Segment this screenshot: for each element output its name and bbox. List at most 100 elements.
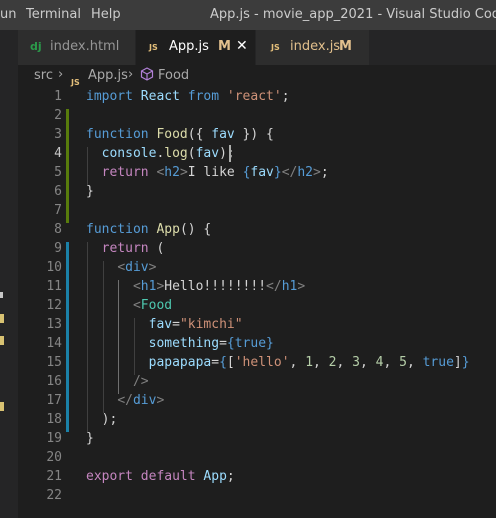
code-token: , — [359, 355, 376, 370]
code-token: ({ — [187, 127, 212, 142]
code-token: </ — [281, 165, 298, 180]
code-token: Food — [156, 127, 188, 142]
code-token: </ — [117, 393, 133, 408]
code-token: } — [461, 355, 470, 370]
code-line[interactable]: function Food({ fav }) { — [86, 125, 274, 144]
code-line[interactable]: /> — [86, 372, 149, 391]
line-number: 15 — [46, 355, 62, 370]
window-title: App.js - movie_app_2021 - Visual Studio … — [210, 7, 496, 22]
code-token: "kimchi" — [179, 317, 243, 332]
code-line[interactable]: import React from 'react'; — [86, 87, 290, 106]
code-token: return — [101, 165, 149, 180]
tab-label: index.html — [50, 39, 120, 54]
code-token: , — [313, 355, 329, 370]
code-token: > — [179, 165, 188, 180]
code-token: < — [117, 260, 126, 275]
code-token: fav — [195, 146, 220, 161]
code-token: log — [164, 146, 188, 161]
code-line[interactable]: export default App; — [86, 467, 235, 486]
close-icon[interactable]: ✕ — [236, 38, 248, 54]
code-line[interactable]: something={true} — [86, 334, 274, 353]
code-token: export — [86, 469, 133, 484]
breadcrumb-file[interactable]: App.js — [88, 68, 128, 83]
code-line[interactable]: fav="kimchi" — [86, 315, 243, 334]
line-number: 8 — [54, 222, 62, 237]
code-token: 5 — [399, 355, 407, 370]
code-token: < — [132, 298, 141, 313]
code-token: , — [336, 355, 353, 370]
code-line[interactable]: } — [86, 182, 94, 201]
tab-index-js[interactable]: JS index.js M — [256, 30, 370, 65]
line-number: 5 — [54, 165, 62, 180]
code-token: ; — [226, 469, 235, 484]
line-number: 12 — [46, 298, 62, 313]
code-token: }) { — [234, 127, 274, 142]
line-number: 18 — [46, 412, 62, 427]
code-token: console — [101, 146, 157, 161]
tab-index-html[interactable]: dj index.html — [18, 30, 136, 65]
code-token: fav — [211, 127, 235, 142]
code-line[interactable]: return <h2>I like {fav}</h2>; — [86, 163, 329, 182]
code-token: } — [86, 184, 94, 199]
code-line[interactable]: ); — [86, 410, 118, 429]
code-token: { — [219, 355, 227, 370]
code-token: Food — [140, 298, 173, 313]
line-number: 10 — [46, 260, 62, 275]
breadcrumb-symbol[interactable]: Food — [158, 68, 189, 83]
menu-help[interactable]: Help — [91, 7, 121, 22]
code-token: true — [234, 336, 267, 351]
line-number: 7 — [54, 203, 62, 218]
chevron-right-icon: › — [58, 67, 64, 82]
code-line[interactable]: <h1>Hello!!!!!!!!</h1> — [86, 277, 305, 296]
code-token: papapapa — [148, 355, 212, 370]
breadcrumb-folder[interactable]: src — [34, 68, 53, 83]
code-token: 'react' — [226, 89, 282, 104]
line-number: 19 — [46, 431, 62, 446]
code-token: 'hello' — [234, 355, 290, 370]
modified-badge: M — [218, 39, 231, 54]
line-number: 22 — [46, 488, 62, 503]
menu-terminal[interactable]: Terminal — [26, 7, 81, 22]
code-token: > — [156, 393, 165, 408]
tab-app-js[interactable]: JS App.js M ✕ — [136, 30, 256, 65]
code-token: Hello!!!!!!!! — [164, 279, 267, 294]
line-number: 1 — [54, 89, 62, 104]
code-editor[interactable]: 1 2 3 4 5 6 7 8 9 10 11 12 13 14 15 16 1… — [0, 87, 496, 518]
code-line[interactable]: <Food — [86, 296, 172, 315]
code-token: function — [86, 222, 149, 237]
javascript-icon: JS — [71, 78, 80, 87]
code-token: } — [266, 336, 274, 351]
code-token: something — [148, 336, 220, 351]
code-line[interactable]: } — [86, 429, 94, 448]
code-line[interactable]: <div> — [86, 258, 156, 277]
line-number: 16 — [46, 374, 62, 389]
tab-label: index.js — [290, 39, 341, 54]
javascript-icon: JS — [149, 43, 158, 52]
line-number: 2 — [54, 108, 62, 123]
code-line[interactable]: console.log(fav); — [86, 144, 235, 163]
line-number: 9 — [54, 241, 62, 256]
code-line[interactable]: papapapa={['hello', 1, 2, 3, 4, 5, true]… — [86, 353, 470, 372]
code-token: ; — [320, 165, 329, 180]
code-token: true — [422, 355, 454, 370]
code-token: fav — [250, 165, 274, 180]
code-token: React — [140, 89, 180, 104]
text-cursor — [229, 145, 231, 162]
code-token: div — [125, 260, 149, 275]
line-number-current: 4 — [54, 146, 62, 161]
code-token: from — [187, 89, 220, 104]
code-line[interactable]: </div> — [86, 391, 164, 410]
menu-run[interactable]: un — [0, 7, 16, 22]
code-line[interactable]: return ( — [86, 239, 165, 258]
chevron-right-icon: › — [128, 67, 134, 82]
code-line[interactable]: function App() { — [86, 220, 211, 239]
code-token: ; — [281, 89, 290, 104]
breadcrumb: src › JS App.js › Food — [18, 65, 496, 87]
